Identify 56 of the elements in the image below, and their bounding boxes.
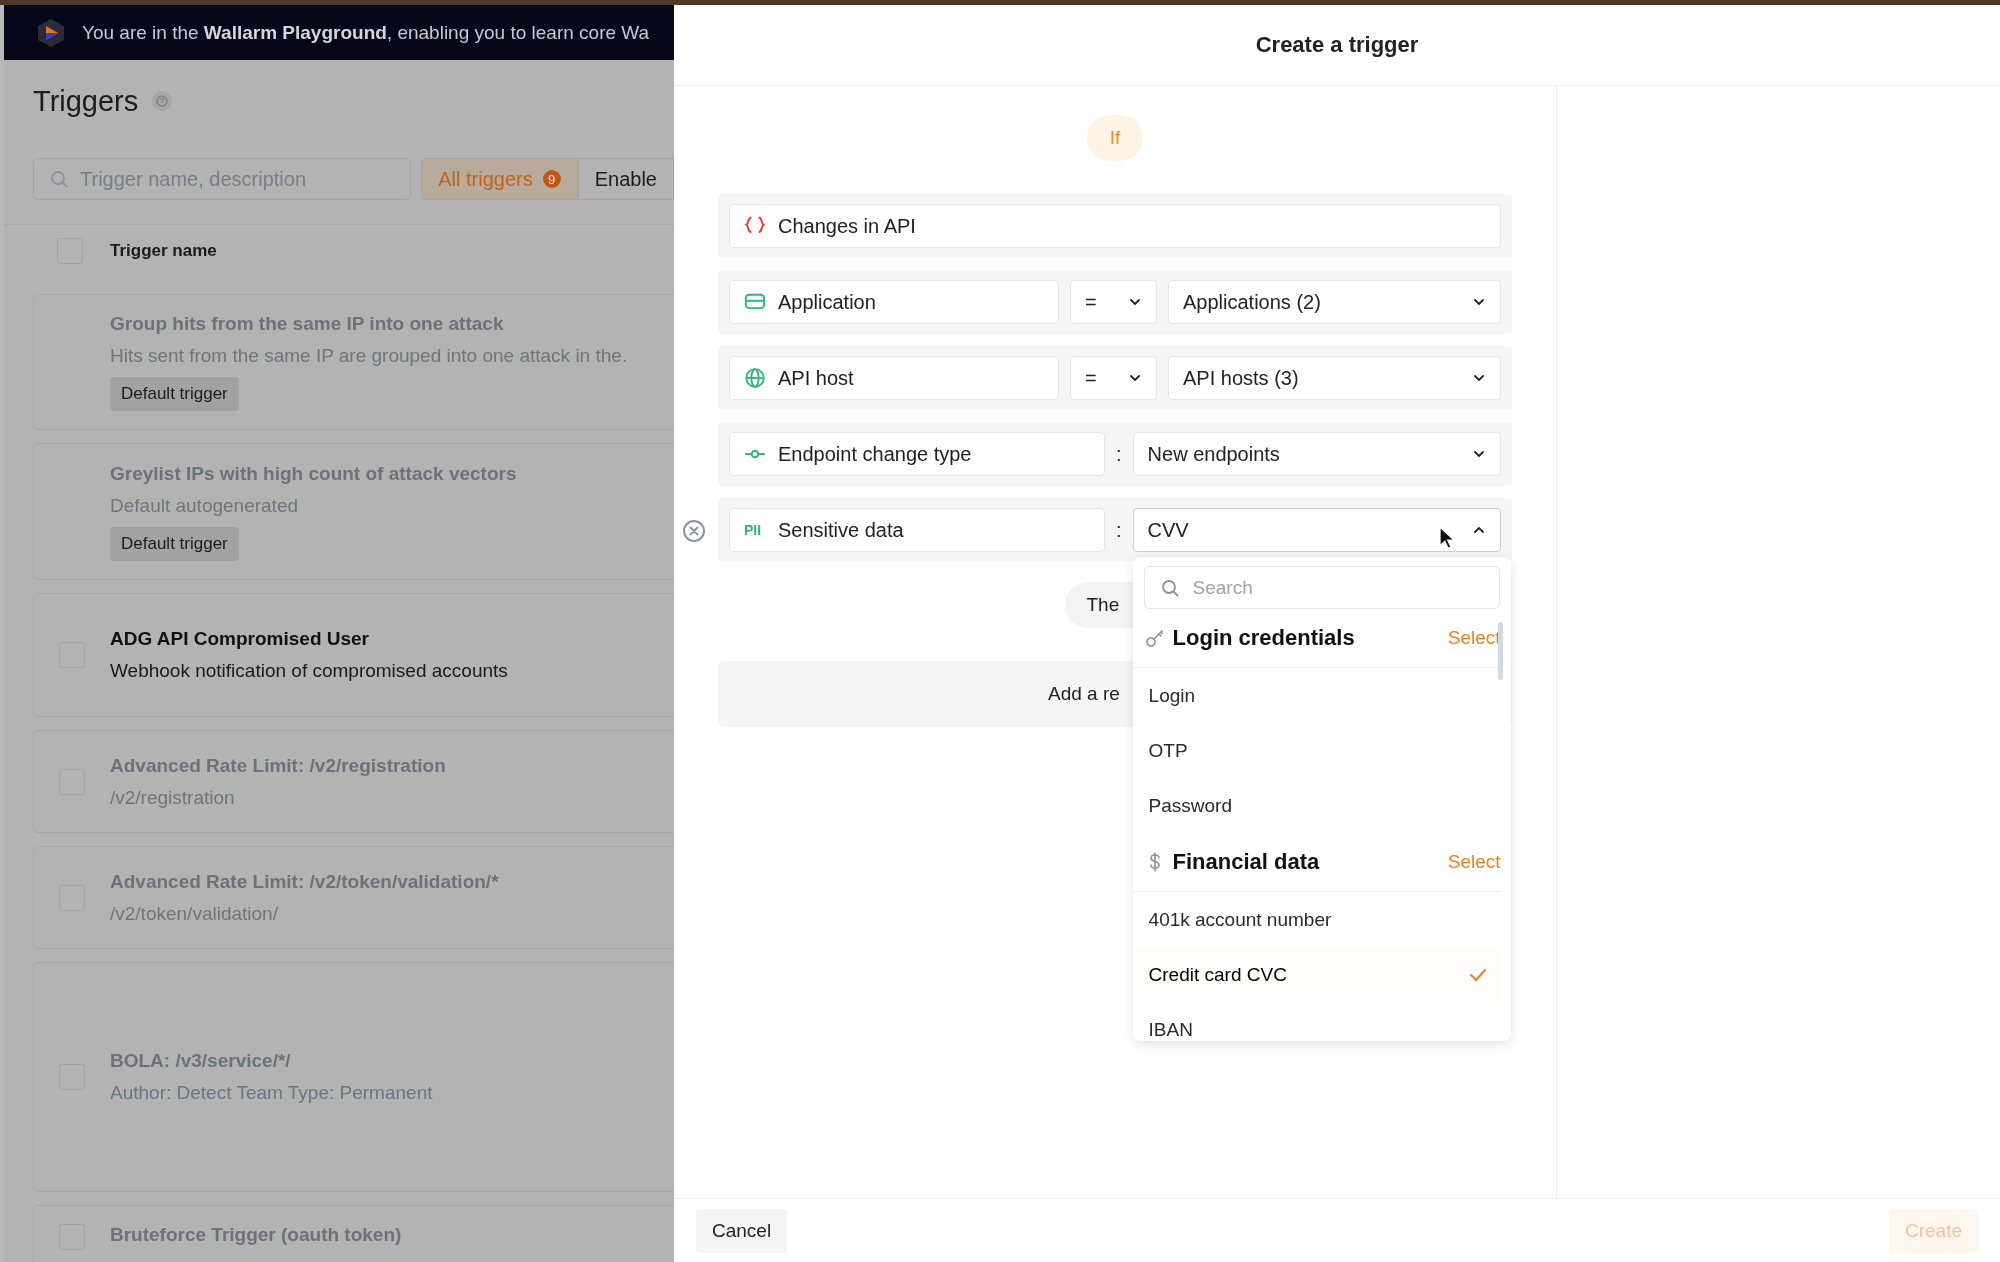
check-icon [1468, 967, 1487, 982]
dropdown-option[interactable]: Login [1132, 668, 1501, 723]
page-title: Triggers [33, 84, 139, 118]
group-title: Financial data [1172, 849, 1321, 875]
trigger-title: Greylist IPs with high count of attack vectors [110, 462, 517, 485]
trigger-title: Group hits from the same IP into one attack [110, 313, 504, 335]
scrollbar[interactable] [1497, 622, 1503, 680]
help-icon [152, 91, 173, 111]
dropdown-option[interactable]: Password [1132, 778, 1501, 833]
dropdown-option[interactable]: IBAN [1132, 1002, 1501, 1041]
logo-icon [36, 17, 66, 48]
trigger-title: Advanced Rate Limit: /v2/registration [110, 754, 446, 777]
condition-field[interactable]: Endpoint change type [729, 432, 1105, 476]
group-title: Login credentials [1172, 625, 1356, 651]
trigger-card[interactable]: ADG API Compromised User Webhook notification of compromised accounts [33, 593, 674, 717]
dropdown-option[interactable]: 401k account number [1132, 892, 1501, 947]
trigger-title: ADG API Compromised User [110, 628, 369, 650]
trigger-description: /v2/token/validation/ [110, 902, 278, 925]
value-select[interactable]: New endpoints [1132, 432, 1501, 476]
cancel-button[interactable]: Cancel [696, 1208, 788, 1253]
trigger-title: BOLA: /v3/service/*/ [110, 1050, 291, 1072]
trigger-description: Author: Detect Team Type: Permanent [110, 1082, 433, 1104]
trigger-description: Hits sent from the same IP are grouped into one attack in the. [110, 345, 628, 367]
trigger-description: /v2/registration [110, 786, 235, 809]
pii-icon: PII [744, 522, 766, 538]
trigger-title: Bruteforce Trigger (oauth token) [110, 1224, 402, 1246]
separator: : [1116, 442, 1122, 466]
value-select[interactable]: Applications (2) [1168, 280, 1501, 324]
count-badge: 9 [542, 170, 561, 188]
condition-field[interactable]: API host [729, 356, 1059, 400]
search-icon [1160, 578, 1179, 597]
drawer-title: Create a trigger [674, 5, 2000, 86]
separator: : [1116, 518, 1122, 542]
search-input[interactable]: Trigger name, description [80, 161, 380, 197]
banner-text: You are in the Wallarm Playground, enabling you to learn core Wa [82, 21, 650, 44]
trigger-tag: Default trigger [110, 526, 239, 561]
if-label: If [1087, 115, 1143, 161]
condition-field[interactable]: Changes in API [729, 204, 1501, 248]
condition-field[interactable]: PII Sensitive data [729, 508, 1105, 552]
globe-icon [744, 367, 766, 389]
search-input[interactable]: Search [1192, 569, 1473, 606]
operator-select[interactable]: = [1070, 356, 1157, 400]
key-icon [1144, 628, 1165, 648]
trigger-description: Default autogenerated [110, 494, 299, 517]
column-header: Trigger name [110, 241, 217, 261]
dropdown-option[interactable]: Credit card CVC [1132, 947, 1501, 1002]
trigger-title: Advanced Rate Limit: /v2/token/validation/* [110, 870, 499, 893]
trigger-tag: Default trigger [110, 377, 239, 411]
search-icon [50, 170, 68, 188]
search-field[interactable]: Trigger name, description [33, 158, 412, 200]
trigger-description: Webhook notification of compromised accounts [110, 660, 508, 682]
condition-field[interactable]: Application [729, 280, 1059, 324]
value-select[interactable]: API hosts (3) [1168, 356, 1501, 400]
filter-tab[interactable]: Enable [577, 158, 674, 200]
filter-tab[interactable]: All triggers 9 [421, 158, 578, 200]
operator-select[interactable]: = [1070, 280, 1157, 324]
